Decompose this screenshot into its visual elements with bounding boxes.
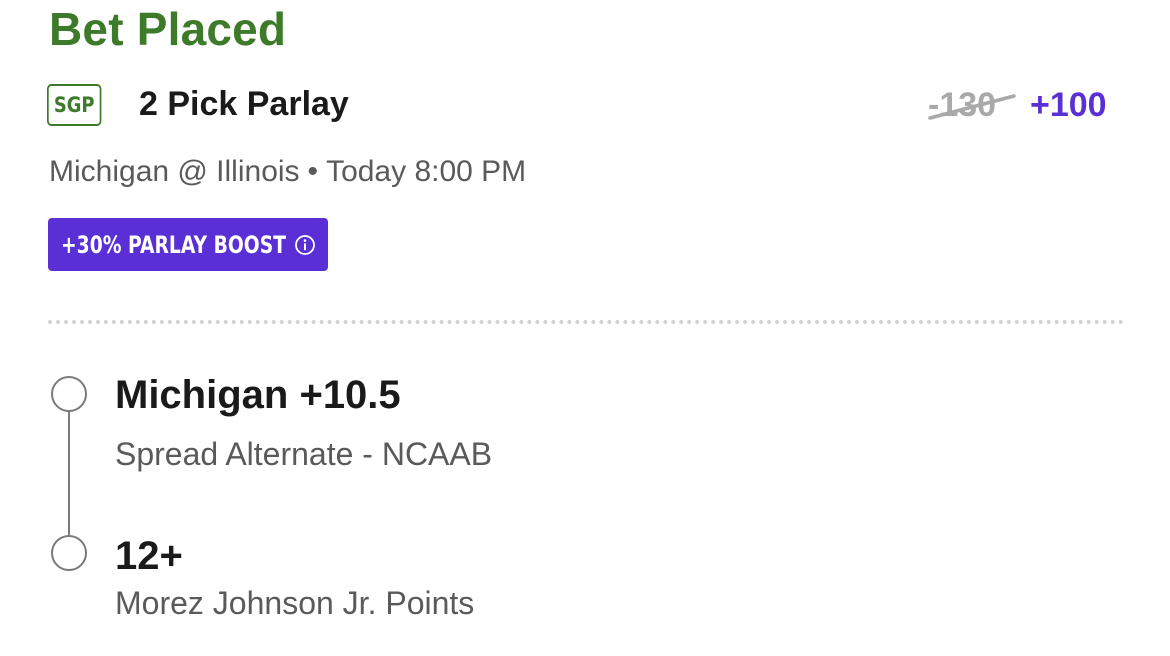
leg-status-circle <box>51 376 87 412</box>
leg-market: Morez Johnson Jr. Points <box>115 585 475 621</box>
strikethrough-mark <box>928 94 1016 120</box>
game-info: Michigan @ Illinois • Today 8:00 PM <box>49 155 526 189</box>
leg-market: Spread Alternate - NCAAB <box>115 436 493 472</box>
separator-dot: • <box>307 155 319 188</box>
sgp-badge: SGP <box>47 84 102 126</box>
boost-label: +30% PARLAY BOOST <box>61 230 286 259</box>
leg-selection: Michigan +10.5 <box>115 373 401 417</box>
parlay-title: 2 Pick Parlay <box>139 85 349 123</box>
game-time: Today 8:00 PM <box>326 155 527 188</box>
divider <box>48 320 1124 324</box>
page-title: Bet Placed <box>49 3 287 55</box>
info-icon[interactable] <box>294 234 316 256</box>
leg-selection: 12+ <box>115 534 183 578</box>
game-matchup: Michigan @ Illinois <box>49 155 300 188</box>
boosted-odds: +100 <box>1030 86 1107 124</box>
leg-status-circle <box>51 535 87 571</box>
timeline-connector <box>68 410 70 535</box>
parlay-boost-badge[interactable]: +30% PARLAY BOOST <box>48 218 328 271</box>
